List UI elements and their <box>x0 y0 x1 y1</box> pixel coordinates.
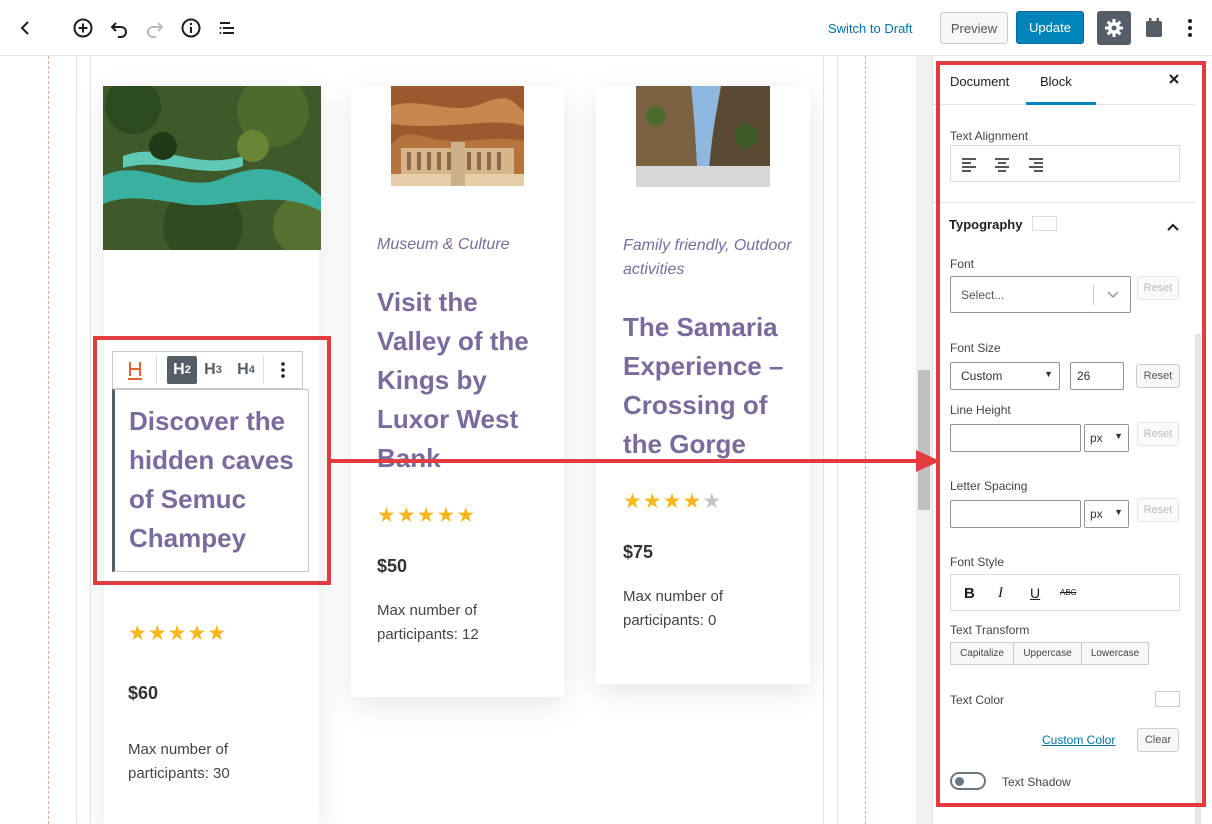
preview-button[interactable]: Preview <box>940 12 1008 44</box>
plugin-button[interactable] <box>1140 14 1168 42</box>
star-icon: ★ <box>456 504 476 527</box>
star-icon: ★ <box>436 504 456 527</box>
info-icon <box>181 18 201 38</box>
switch-to-draft-link[interactable]: Switch to Draft <box>828 21 913 36</box>
star-icon: ★ <box>396 504 416 527</box>
tour-card[interactable]: Family friendly, Outdoor activities The … <box>596 86 810 684</box>
tour-category: Family friendly, Outdoor activities <box>623 237 792 278</box>
rating-stars: ★ ★ ★ ★ ★ <box>623 490 722 513</box>
more-vertical-icon <box>1188 19 1192 37</box>
tour-title[interactable]: Visit the Valley of the Kings by Luxor W… <box>377 283 547 473</box>
tour-price: $75 <box>623 542 654 562</box>
star-empty-icon: ★ <box>702 490 722 513</box>
star-icon: ★ <box>682 490 702 513</box>
undo-icon <box>110 22 127 38</box>
tour-price: $50 <box>377 556 408 576</box>
star-icon: ★ <box>128 622 147 645</box>
tour-max-participants: Max number of participants: 30 <box>128 741 230 782</box>
editor-header: Switch to Draft Preview Update <box>0 0 1212 56</box>
star-icon: ★ <box>187 622 207 645</box>
outline-button[interactable] <box>213 14 241 42</box>
star-icon: ★ <box>207 622 227 645</box>
gear-icon <box>1105 19 1123 37</box>
annotation-highlight-heading <box>93 336 331 585</box>
rating-stars: ★ ★ ★ ★ ★ <box>128 622 227 645</box>
canvas-guide-left <box>48 56 49 824</box>
tour-card[interactable]: Museum & Culture Visit the Valley of the… <box>351 86 564 697</box>
update-button[interactable]: Update <box>1016 11 1084 44</box>
star-icon: ★ <box>416 504 436 527</box>
calendar-icon <box>1146 18 1162 37</box>
tour-category: Museum & Culture <box>377 236 510 253</box>
tour-image-temple <box>391 86 524 186</box>
tour-title[interactable]: The Samaria Experience – Crossing of the… <box>623 308 803 464</box>
undo-button[interactable] <box>105 14 133 42</box>
rating-stars: ★ ★ ★ ★ ★ <box>377 504 476 527</box>
tour-max-participants: Max number of participants: 12 <box>377 602 479 643</box>
more-options-button[interactable] <box>1176 14 1204 42</box>
list-outline-icon <box>219 22 234 34</box>
star-icon: ★ <box>147 622 167 645</box>
column-guide <box>76 56 77 824</box>
star-icon: ★ <box>377 504 396 527</box>
redo-button[interactable] <box>141 14 169 42</box>
chevron-left-icon <box>20 21 29 35</box>
star-icon: ★ <box>642 490 662 513</box>
star-icon: ★ <box>623 490 642 513</box>
star-icon: ★ <box>662 490 682 513</box>
settings-button[interactable] <box>1097 11 1131 45</box>
tour-max-participants: Max number of participants: 0 <box>623 588 724 629</box>
back-button[interactable] <box>12 14 40 42</box>
annotation-highlight-sidebar <box>936 61 1206 807</box>
info-button[interactable] <box>177 14 205 42</box>
canvas-guide-right <box>865 56 866 824</box>
tour-price: $60 <box>128 683 159 703</box>
tour-image-gorge <box>636 86 770 187</box>
canvas-scrollbar-thumb[interactable] <box>918 370 930 510</box>
column-guide <box>823 56 824 824</box>
redo-icon <box>147 22 164 38</box>
column-guide <box>837 56 838 824</box>
star-icon: ★ <box>167 622 187 645</box>
annotation-arrow <box>330 450 940 472</box>
column-guide <box>90 56 91 824</box>
plus-circle-icon <box>73 18 93 38</box>
add-block-button[interactable] <box>69 14 97 42</box>
tour-image-cave-pools <box>103 86 321 250</box>
